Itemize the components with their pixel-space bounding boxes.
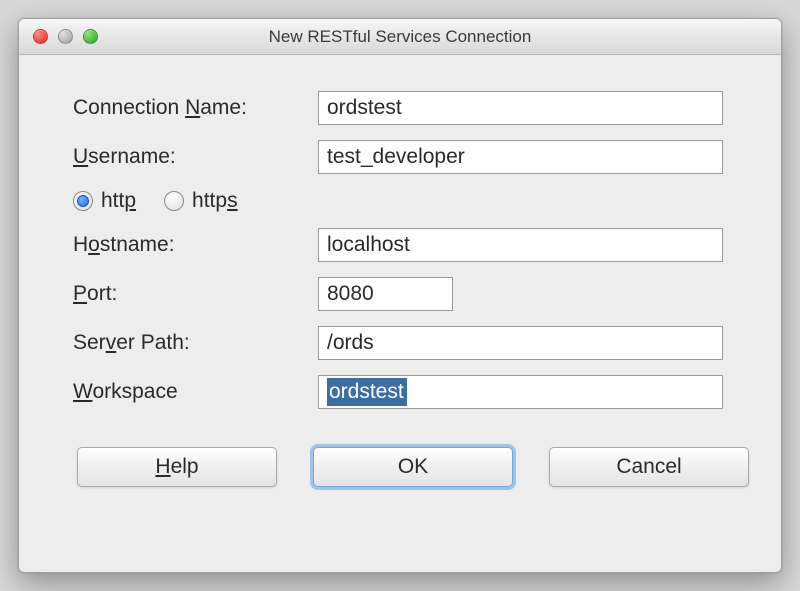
radio-http[interactable]: http	[73, 189, 136, 213]
connection-name-input[interactable]	[318, 91, 723, 125]
row-username: Username:	[73, 140, 727, 174]
port-input[interactable]	[318, 277, 453, 311]
minimize-icon[interactable]	[58, 29, 73, 44]
traffic-lights	[19, 29, 98, 44]
titlebar: New RESTful Services Connection	[19, 19, 781, 55]
radio-https[interactable]: https	[164, 189, 238, 213]
help-button[interactable]: Help	[77, 447, 277, 487]
label-username: Username:	[73, 145, 318, 169]
row-server-path: Server Path:	[73, 326, 727, 360]
label-connection-name: Connection Name:	[73, 96, 318, 120]
hostname-input[interactable]	[318, 228, 723, 262]
cancel-button[interactable]: Cancel	[549, 447, 749, 487]
label-server-path: Server Path:	[73, 331, 318, 355]
radio-http-button[interactable]	[73, 191, 93, 211]
button-row: Help OK Cancel	[73, 447, 727, 487]
row-port: Port:	[73, 277, 727, 311]
window-title: New RESTful Services Connection	[19, 27, 781, 47]
radio-https-label: https	[192, 189, 238, 213]
close-icon[interactable]	[33, 29, 48, 44]
label-workspace: Workspace	[73, 380, 318, 404]
dialog-content: Connection Name: Username: http https Ho…	[19, 55, 781, 511]
dialog-window: New RESTful Services Connection Connecti…	[18, 18, 782, 573]
server-path-input[interactable]	[318, 326, 723, 360]
row-connection-name: Connection Name:	[73, 91, 727, 125]
label-port: Port:	[73, 282, 318, 306]
workspace-input[interactable]: ordstest	[318, 375, 723, 409]
username-input[interactable]	[318, 140, 723, 174]
label-hostname: Hostname:	[73, 233, 318, 257]
ok-button[interactable]: OK	[313, 447, 513, 487]
row-protocol: http https	[73, 189, 727, 213]
zoom-icon[interactable]	[83, 29, 98, 44]
radio-http-label: http	[101, 189, 136, 213]
row-hostname: Hostname:	[73, 228, 727, 262]
radio-https-button[interactable]	[164, 191, 184, 211]
workspace-value-selected: ordstest	[327, 378, 407, 406]
row-workspace: Workspace ordstest	[73, 375, 727, 409]
